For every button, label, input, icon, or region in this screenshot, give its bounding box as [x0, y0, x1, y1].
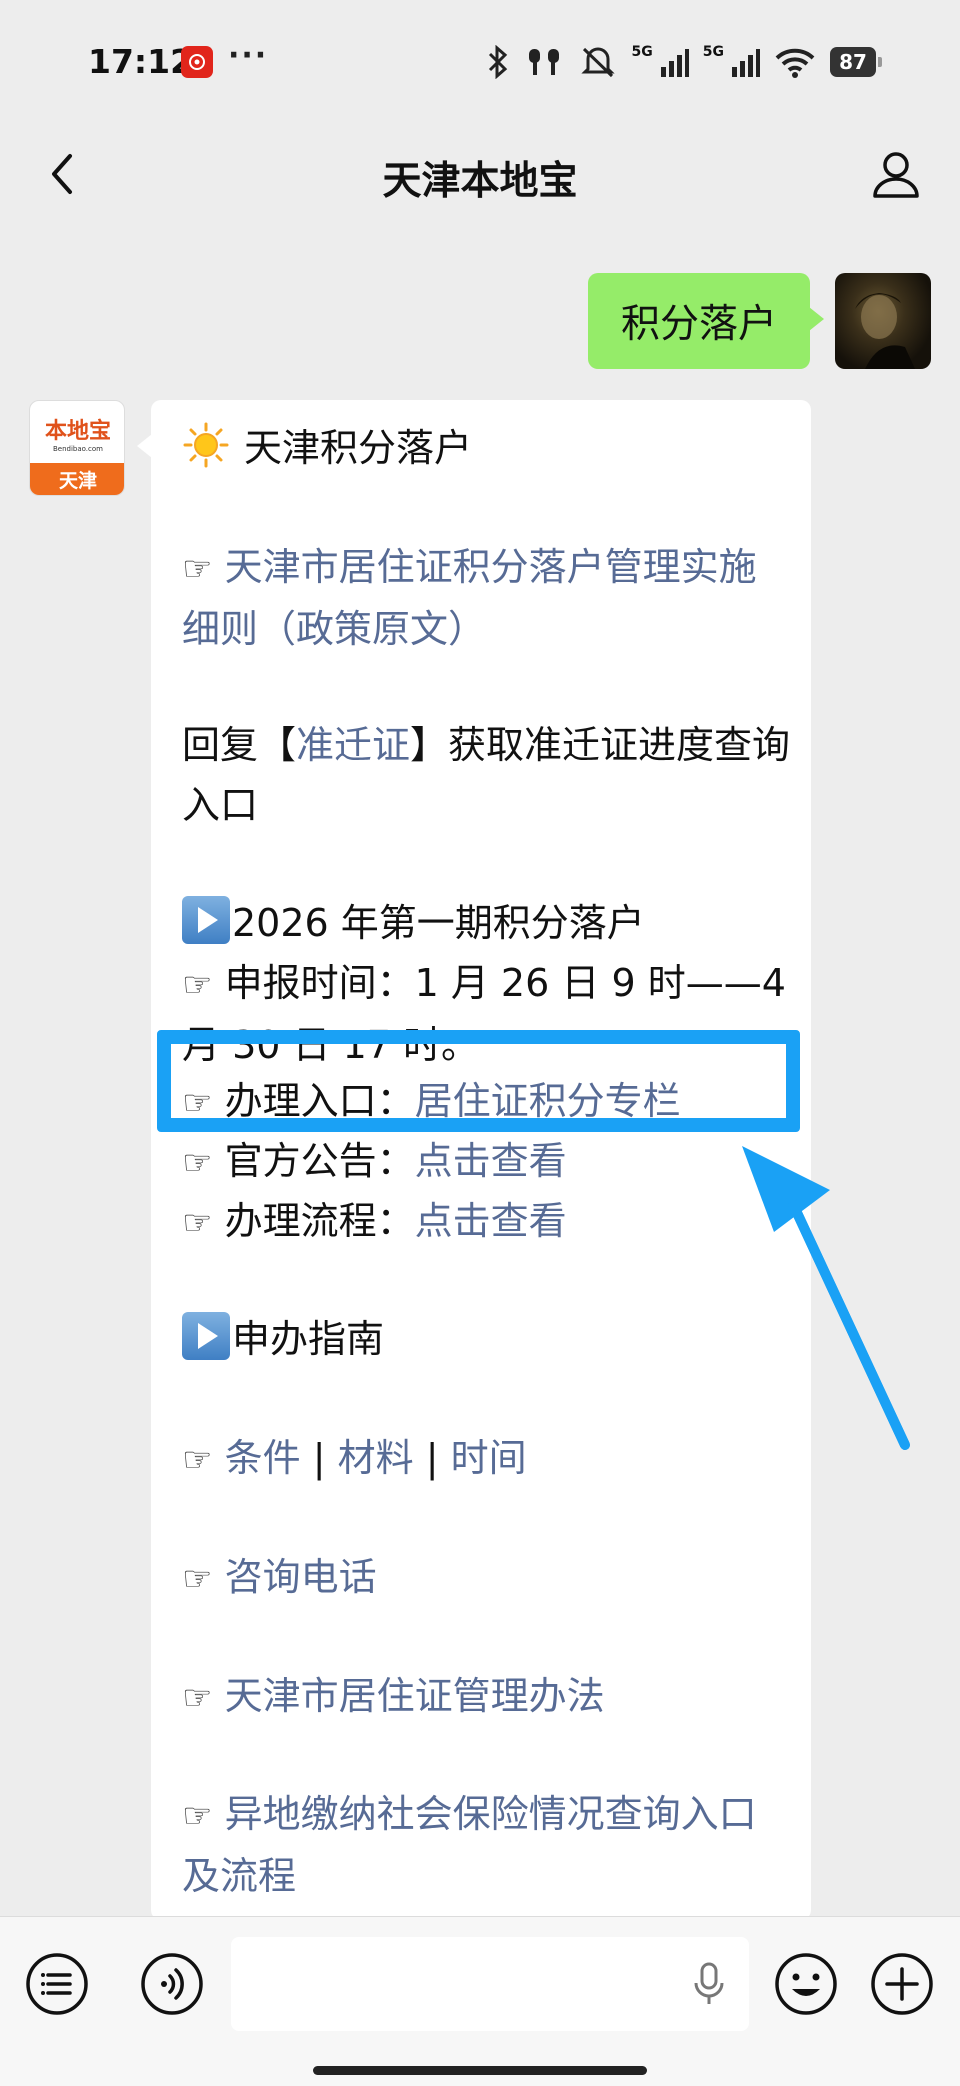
status-icons: 5G 5G 87 [486, 42, 882, 82]
pointing-hand-icon: ☞ [182, 1559, 213, 1599]
message-heading: 天津积分落户 [244, 426, 473, 470]
profile-icon[interactable] [868, 146, 924, 202]
highlight-box [157, 1030, 800, 1132]
materials-link[interactable]: 材料 [338, 1436, 414, 1480]
period-title: 2026 年第一期积分落户 [232, 901, 645, 945]
avatar-url-text: Bendibao.com [52, 445, 103, 453]
add-more-icon[interactable] [869, 1951, 935, 2017]
process-link[interactable]: 点击查看 [415, 1199, 567, 1243]
network-type-1: 5G [631, 44, 653, 60]
guide-links-line: ☞ 条件 | 材料 | 时间 [182, 1428, 794, 1490]
pointing-hand-icon: ☞ [182, 1796, 213, 1836]
process-label: 办理流程： [224, 1199, 415, 1243]
annotation-arrow [742, 1146, 910, 1450]
pointing-hand-icon: ☞ [182, 1440, 213, 1480]
reply-keyword-link[interactable]: 准迁证 [296, 723, 410, 767]
network-type-2: 5G [702, 44, 724, 60]
signal-icon-1 [660, 49, 689, 77]
notice-link[interactable]: 点击查看 [415, 1139, 567, 1183]
pointing-hand-icon: ☞ [182, 965, 213, 1005]
official-account-avatar[interactable]: 本地宝 Bendibao.com 天津 [29, 400, 125, 496]
user-avatar[interactable] [835, 273, 931, 369]
residence-rules-line: ☞ 天津市居住证管理办法 [182, 1666, 794, 1728]
message-input[interactable] [231, 1937, 749, 2031]
policy-link[interactable]: 天津市居住证积分落户管理实施细则（政策原文） [182, 545, 757, 651]
notice-line: ☞ 官方公告：点击查看 [182, 1131, 794, 1193]
status-bar: 17:12 ··· 5G 5G 87 [0, 0, 960, 120]
sun-icon [183, 422, 229, 468]
status-time: 17:12 [88, 42, 194, 81]
menu-list-icon[interactable] [24, 1951, 90, 2017]
message-heading-line: 天津积分落户 [182, 418, 794, 478]
play-icon [182, 1312, 230, 1360]
emoji-icon[interactable] [773, 1951, 839, 2017]
pointing-hand-icon: ☞ [182, 1203, 213, 1243]
reply-hint-line: 回复【准迁证】获取准迁证进度查询入口 [182, 715, 794, 835]
battery-icon: 87 [830, 47, 882, 77]
insurance-line: ☞ 异地缴纳社会保险情况查询入口及流程 [182, 1784, 794, 1906]
period-title-line: 2026 年第一期积分落户 [182, 893, 794, 953]
policy-line: ☞ 天津市居住证积分落户管理实施细则（政策原文） [182, 537, 794, 659]
reply-hint-prefix: 回复【 [182, 723, 297, 767]
pointing-hand-icon: ☞ [182, 1143, 213, 1183]
consult-line: ☞ 咨询电话 [182, 1547, 794, 1609]
residence-rules-link[interactable]: 天津市居住证管理办法 [225, 1674, 605, 1718]
bluetooth-icon [488, 45, 507, 79]
avatar-logo-text: 本地宝 [44, 418, 111, 444]
microphone-icon[interactable] [691, 1961, 727, 2007]
consult-phone-link[interactable]: 咨询电话 [225, 1555, 377, 1599]
outgoing-message-bubble[interactable]: 积分落户 [588, 273, 824, 369]
separator: | [312, 1436, 326, 1480]
time-link[interactable]: 时间 [451, 1436, 527, 1480]
guide-title-line: 申办指南 [182, 1309, 794, 1369]
outgoing-message-text: 积分落户 [620, 302, 777, 347]
signal-icon-2 [732, 49, 760, 77]
chat-header: 天津本地宝 [0, 120, 960, 230]
process-line: ☞ 办理流程：点击查看 [182, 1191, 794, 1253]
page-title: 天津本地宝 [382, 159, 578, 204]
apply-time-label: 申报时间： [224, 961, 415, 1005]
more-notifications-icon: ··· [228, 38, 269, 73]
conditions-link[interactable]: 条件 [225, 1436, 301, 1480]
voice-input-icon[interactable] [139, 1951, 205, 2017]
earbuds-icon [528, 49, 559, 75]
notice-label: 官方公告： [224, 1139, 415, 1183]
pointing-hand-icon: ☞ [182, 549, 213, 589]
guide-title: 申办指南 [232, 1317, 385, 1361]
mute-icon [580, 47, 615, 78]
wifi-icon [775, 48, 815, 78]
play-icon [182, 896, 230, 944]
input-toolbar [0, 1916, 960, 2086]
separator: | [425, 1436, 439, 1480]
insurance-query-link[interactable]: 异地缴纳社会保险情况查询入口及流程 [182, 1792, 757, 1898]
home-indicator[interactable] [313, 2066, 647, 2075]
app-notification-icon [181, 46, 213, 78]
avatar-city-text: 天津 [30, 463, 124, 495]
pointing-hand-icon: ☞ [182, 1678, 213, 1718]
